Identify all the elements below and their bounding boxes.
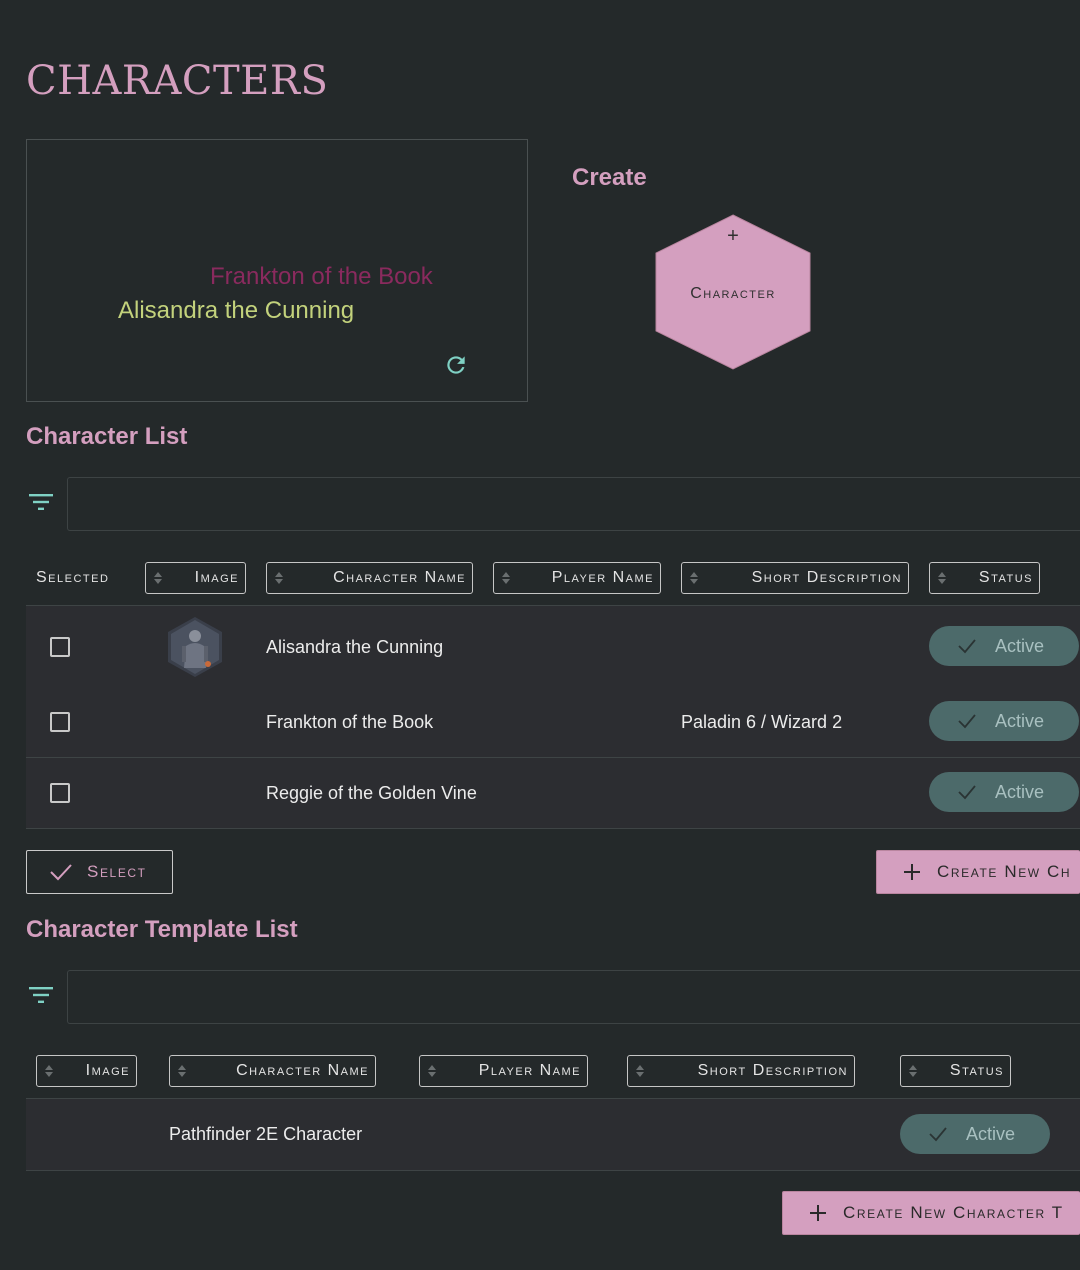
status-label: Active: [995, 710, 1045, 731]
table-row[interactable]: Frankton of the Book Paladin 6 / Wizard …: [26, 687, 1080, 758]
table-row[interactable]: Alisandra the Cunning Active: [26, 605, 1080, 688]
status-label: Active: [995, 781, 1045, 802]
status-chip[interactable]: Active: [929, 701, 1079, 741]
template-column-player-name-label: Player Name: [478, 1062, 581, 1079]
plus-icon: [810, 1205, 826, 1221]
column-character-name-sort[interactable]: Character Name: [266, 562, 473, 594]
character-filter-input[interactable]: [67, 477, 1080, 531]
template-list-heading: Character Template List: [26, 916, 298, 943]
character-name[interactable]: Frankton of the Book: [266, 712, 433, 733]
select-button-label: Select: [87, 862, 147, 881]
status-chip[interactable]: Active: [929, 626, 1079, 666]
sort-icon: [690, 572, 698, 584]
character-description: Paladin 6 / Wizard 2: [681, 712, 843, 732]
column-character-name-label: Character Name: [333, 569, 466, 586]
status-label: Active: [966, 1123, 1016, 1144]
status-chip[interactable]: Active: [929, 772, 1079, 812]
status-label: Active: [995, 635, 1045, 656]
character-name[interactable]: Reggie of the Golden Vine: [266, 783, 477, 804]
create-heading: Create: [572, 164, 647, 191]
check-icon: [958, 785, 976, 800]
column-selected: Selected: [36, 569, 110, 586]
template-column-status-label: Status: [949, 1062, 1004, 1079]
select-button[interactable]: Select: [26, 850, 173, 894]
cloud-word-frankton[interactable]: Frankton of the Book: [210, 263, 433, 291]
character-avatar[interactable]: [164, 616, 226, 678]
row-select-checkbox[interactable]: [50, 712, 70, 732]
hex-label: Character: [690, 285, 776, 302]
template-filter-input[interactable]: [67, 970, 1080, 1024]
plus-icon: [904, 864, 920, 880]
check-icon: [958, 714, 976, 729]
table-row[interactable]: Reggie of the Golden Vine Active: [26, 758, 1080, 829]
sort-icon: [502, 572, 510, 584]
create-character-hex-button[interactable]: + Character: [654, 213, 812, 370]
table-row[interactable]: Pathfinder 2E Character Active: [26, 1098, 1080, 1171]
sort-icon: [178, 1065, 186, 1077]
column-status-label: Status: [978, 569, 1033, 586]
sort-icon: [909, 1065, 917, 1077]
template-column-character-name-sort[interactable]: Character Name: [169, 1055, 376, 1087]
character-name[interactable]: Alisandra the Cunning: [266, 637, 443, 658]
create-new-character-button[interactable]: Create New Ch: [876, 850, 1080, 894]
sort-icon: [636, 1065, 644, 1077]
character-list-heading: Character List: [26, 423, 188, 450]
check-icon: [50, 864, 72, 881]
template-column-image-sort[interactable]: Image: [36, 1055, 137, 1087]
check-icon: [958, 639, 976, 654]
column-player-name-label: Player Name: [551, 569, 654, 586]
check-icon: [929, 1127, 947, 1142]
plus-icon: +: [727, 225, 739, 247]
sort-icon: [275, 572, 283, 584]
row-select-checkbox[interactable]: [50, 637, 70, 657]
template-column-short-description-label: Short Description: [697, 1062, 848, 1079]
filter-icon[interactable]: [28, 985, 54, 1005]
row-select-checkbox[interactable]: [50, 783, 70, 803]
column-image-label: Image: [194, 569, 239, 586]
column-status-sort[interactable]: Status: [929, 562, 1040, 594]
cloud-word-alisandra[interactable]: Alisandra the Cunning: [118, 297, 354, 325]
template-name[interactable]: Pathfinder 2E Character: [169, 1124, 362, 1145]
column-image-sort[interactable]: Image: [145, 562, 246, 594]
column-short-description-label: Short Description: [751, 569, 902, 586]
filter-icon[interactable]: [28, 492, 54, 512]
sort-icon: [45, 1065, 53, 1077]
character-word-cloud: Frankton of the Book Alisandra the Cunni…: [26, 139, 528, 402]
page-title: Characters: [26, 58, 329, 104]
status-chip[interactable]: Active: [900, 1114, 1050, 1154]
refresh-icon[interactable]: [443, 352, 469, 378]
create-new-template-button[interactable]: Create New Character T: [782, 1191, 1080, 1235]
template-column-status-sort[interactable]: Status: [900, 1055, 1011, 1087]
column-player-name-sort[interactable]: Player Name: [493, 562, 661, 594]
template-column-character-name-label: Character Name: [236, 1062, 369, 1079]
create-new-template-label: Create New Character T: [843, 1203, 1064, 1222]
sort-icon: [428, 1065, 436, 1077]
sort-icon: [154, 572, 162, 584]
template-column-short-description-sort[interactable]: Short Description: [627, 1055, 855, 1087]
column-short-description-sort[interactable]: Short Description: [681, 562, 909, 594]
sort-icon: [938, 572, 946, 584]
create-new-character-label: Create New Ch: [937, 862, 1072, 881]
template-column-image-label: Image: [85, 1062, 130, 1079]
template-column-player-name-sort[interactable]: Player Name: [419, 1055, 588, 1087]
